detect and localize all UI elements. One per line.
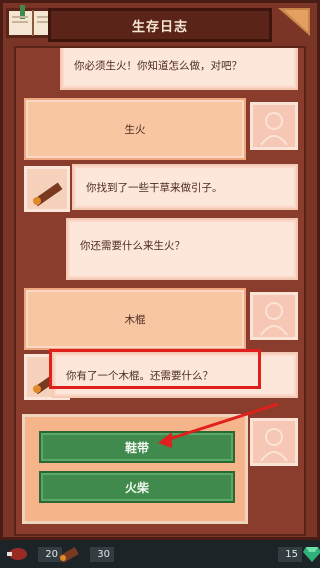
resource-gem: 15 xyxy=(278,544,320,564)
gem-icon xyxy=(303,547,320,562)
avatar xyxy=(250,102,298,150)
list-item: 你找到了一些干草来做引子。 xyxy=(72,164,298,210)
choice-panel: 鞋带 火柴 xyxy=(22,414,248,524)
message-text: 你找到了一些干草来做引子。 xyxy=(86,181,223,194)
item-slot xyxy=(24,166,70,212)
message-text: 你必须生火！你知道怎么做，对吧？ xyxy=(74,59,242,72)
player-portrait-icon xyxy=(260,112,288,146)
resource-bar: 20 30 15 xyxy=(0,540,320,568)
choice-button-matches[interactable]: 火柴 xyxy=(39,471,235,503)
wood-count: 30 xyxy=(90,546,114,562)
stick-icon xyxy=(33,182,63,207)
avatar xyxy=(250,418,298,466)
player-portrait-icon xyxy=(260,428,288,462)
resource-meat: 20 xyxy=(6,544,62,564)
message-text: 你还需要什么来生火？ xyxy=(80,240,185,252)
list-item: 生火 xyxy=(24,98,246,160)
corner-ornament-icon xyxy=(278,8,310,36)
choice-button-shoelace[interactable]: 鞋带 xyxy=(39,431,235,463)
message-text: 木棍 xyxy=(124,313,146,326)
header-bar: 生存日志 xyxy=(48,8,272,42)
player-portrait-icon xyxy=(260,302,288,336)
page-title: 生存日志 xyxy=(131,19,188,35)
list-item: 木棍 xyxy=(24,288,246,350)
highlight-box xyxy=(49,349,261,389)
meat-icon xyxy=(7,548,27,560)
log-icon xyxy=(59,547,79,563)
list-item: 你还需要什么来生火？ xyxy=(66,218,298,280)
resource-wood: 30 xyxy=(58,544,114,564)
message-text: 生火 xyxy=(124,123,146,136)
avatar xyxy=(250,292,298,340)
gem-count: 15 xyxy=(278,546,302,562)
list-item: 你必须生火！你知道怎么做，对吧？ xyxy=(60,48,298,90)
